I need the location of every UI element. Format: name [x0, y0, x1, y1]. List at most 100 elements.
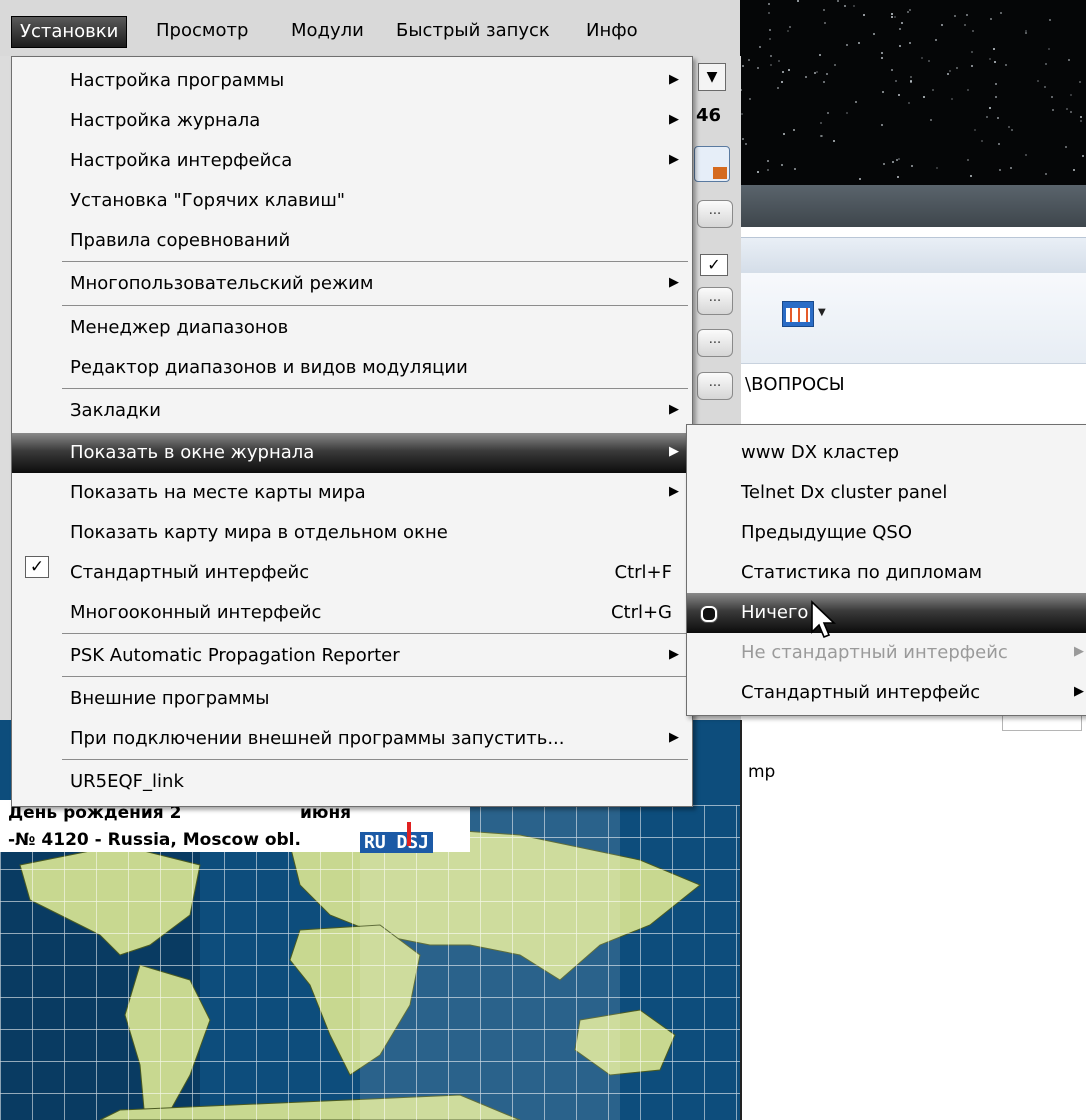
- menu-item-multiuser-mode[interactable]: Многопользовательский режим ▶: [12, 264, 692, 304]
- submenu-item-nothing[interactable]: Ничего: [687, 593, 1086, 633]
- star-dot: [778, 60, 780, 62]
- star-dot: [1082, 155, 1084, 157]
- star-dot: [997, 117, 999, 119]
- menu-item-label: Правила соревнований: [70, 230, 291, 251]
- menu-item-standard-interface[interactable]: Стандартный интерфейс Ctrl+F: [12, 553, 692, 593]
- menu-item-interface-settings[interactable]: Настройка интерфейса ▶: [12, 141, 692, 181]
- star-dot: [789, 26, 791, 28]
- star-dot: [745, 143, 747, 145]
- menu-item-label: PSK Automatic Propagation Reporter: [70, 645, 400, 666]
- menu-item-bookmarks[interactable]: Закладки ▶: [12, 391, 692, 431]
- menu-item-show-instead-of-map[interactable]: Показать на месте карты мира ▶: [12, 473, 692, 513]
- star-dot: [898, 94, 900, 96]
- star-dot: [971, 51, 973, 53]
- star-dot: [994, 61, 996, 63]
- star-dot: [967, 89, 969, 91]
- star-dot: [1025, 154, 1027, 156]
- calendar-view-icon[interactable]: [782, 301, 814, 327]
- submenu-arrow-icon: ▶: [1074, 684, 1084, 699]
- star-dot: [881, 57, 883, 59]
- menu-item-external-programs[interactable]: Внешние программы: [12, 679, 692, 719]
- submenu-item-award-stats[interactable]: Статистика по дипломам: [687, 553, 1086, 593]
- star-dot: [966, 14, 968, 16]
- submenu-item-previous-qso[interactable]: Предыдущие QSO: [687, 513, 1086, 553]
- star-dot: [891, 13, 893, 15]
- submenu-item-www-dx-cluster[interactable]: www DX кластер: [687, 433, 1086, 473]
- star-dot: [787, 30, 789, 32]
- ellipsis-button[interactable]: ...: [697, 287, 733, 315]
- menu-modules[interactable]: Модули: [283, 16, 372, 46]
- menu-item-label: Настройка программы: [70, 70, 285, 91]
- star-dot: [783, 133, 785, 135]
- setup-dropdown-menu: Настройка программы ▶ Настройка журнала …: [11, 56, 693, 807]
- submenu-item-telnet-dx-cluster[interactable]: Telnet Dx cluster panel: [687, 473, 1086, 513]
- star-dot: [853, 5, 855, 7]
- star-dot: [823, 81, 825, 83]
- menu-item-multiwindow-interface[interactable]: Многооконный интерфейс Ctrl+G: [12, 593, 692, 633]
- combo-dropdown-arrow[interactable]: ▼: [698, 63, 726, 91]
- menu-item-log-settings[interactable]: Настройка журнала ▶: [12, 101, 692, 141]
- star-dot: [1066, 108, 1068, 110]
- menu-item-hotkeys[interactable]: Установка "Горячих клавиш": [12, 181, 692, 221]
- star-dot: [930, 119, 932, 121]
- star-dot: [895, 80, 897, 82]
- star-dot: [781, 164, 783, 166]
- menu-item-band-manager[interactable]: Менеджер диапазонов: [12, 308, 692, 348]
- chevron-down-icon[interactable]: ▼: [818, 307, 826, 318]
- star-dot: [891, 16, 893, 18]
- star-dot: [823, 9, 825, 11]
- menu-item-program-settings[interactable]: Настройка программы ▶: [12, 61, 692, 101]
- star-dot: [932, 89, 934, 91]
- menu-quick-launch[interactable]: Быстрый запуск: [388, 16, 558, 46]
- star-dot: [949, 70, 951, 72]
- star-dot: [881, 124, 883, 126]
- menu-setup[interactable]: Установки: [11, 16, 128, 48]
- star-dot: [882, 91, 884, 93]
- star-dot: [967, 159, 969, 161]
- star-dot: [1080, 120, 1082, 122]
- menu-separator: [62, 759, 688, 760]
- star-dot: [767, 160, 769, 162]
- star-dot: [883, 163, 885, 165]
- menu-item-label: Показать на месте карты мира: [70, 482, 366, 503]
- star-dot: [954, 15, 956, 17]
- star-dot: [1005, 64, 1007, 66]
- star-dot: [1025, 32, 1027, 34]
- checkbox-icon[interactable]: ✓: [700, 254, 728, 276]
- menu-item-show-in-log-window[interactable]: Показать в окне журнала ▶: [12, 433, 692, 473]
- menu-item-label: Многооконный интерфейс: [70, 602, 322, 623]
- star-dot: [757, 171, 759, 173]
- shortcut-label: Ctrl+F: [614, 562, 672, 583]
- save-document-icon[interactable]: [694, 146, 730, 182]
- star-dot: [995, 83, 997, 85]
- mp-label: mp: [748, 762, 776, 782]
- star-dot: [1045, 173, 1047, 175]
- menu-item-on-external-connect[interactable]: При подключении внешней программы запуст…: [12, 719, 692, 759]
- star-dot: [1008, 126, 1010, 128]
- submenu-item-standard-interface[interactable]: Стандартный интерфейс ▶: [687, 673, 1086, 713]
- star-dot: [777, 87, 779, 89]
- menu-item-band-editor[interactable]: Редактор диапазонов и видов модуляции: [12, 348, 692, 388]
- star-dot: [894, 16, 896, 18]
- ellipsis-button[interactable]: ...: [697, 372, 733, 400]
- menu-item-contest-rules[interactable]: Правила соревнований: [12, 221, 692, 261]
- menu-item-psk-reporter[interactable]: PSK Automatic Propagation Reporter ▶: [12, 636, 692, 676]
- ellipsis-button[interactable]: ...: [697, 329, 733, 357]
- star-dot: [858, 42, 860, 44]
- star-dot: [770, 55, 772, 57]
- menu-view[interactable]: Просмотр: [148, 16, 256, 46]
- star-dot: [941, 24, 943, 26]
- menu-item-map-separate-window[interactable]: Показать карту мира в отдельном окне: [12, 513, 692, 553]
- star-dot: [972, 30, 974, 32]
- star-dot: [928, 60, 930, 62]
- menu-item-ur5eqf-link[interactable]: UR5EQF_link: [12, 762, 692, 802]
- star-dot: [956, 67, 958, 69]
- star-dot: [816, 71, 818, 73]
- ellipsis-button[interactable]: ...: [697, 200, 733, 228]
- star-dot: [742, 138, 744, 140]
- menu-info[interactable]: Инфо: [578, 16, 646, 46]
- menu-item-label: Настройка журнала: [70, 110, 261, 131]
- submenu-arrow-icon: ▶: [669, 444, 679, 459]
- radio-selected-icon: [701, 606, 717, 622]
- menu-item-label: При подключении внешней программы запуст…: [70, 728, 565, 749]
